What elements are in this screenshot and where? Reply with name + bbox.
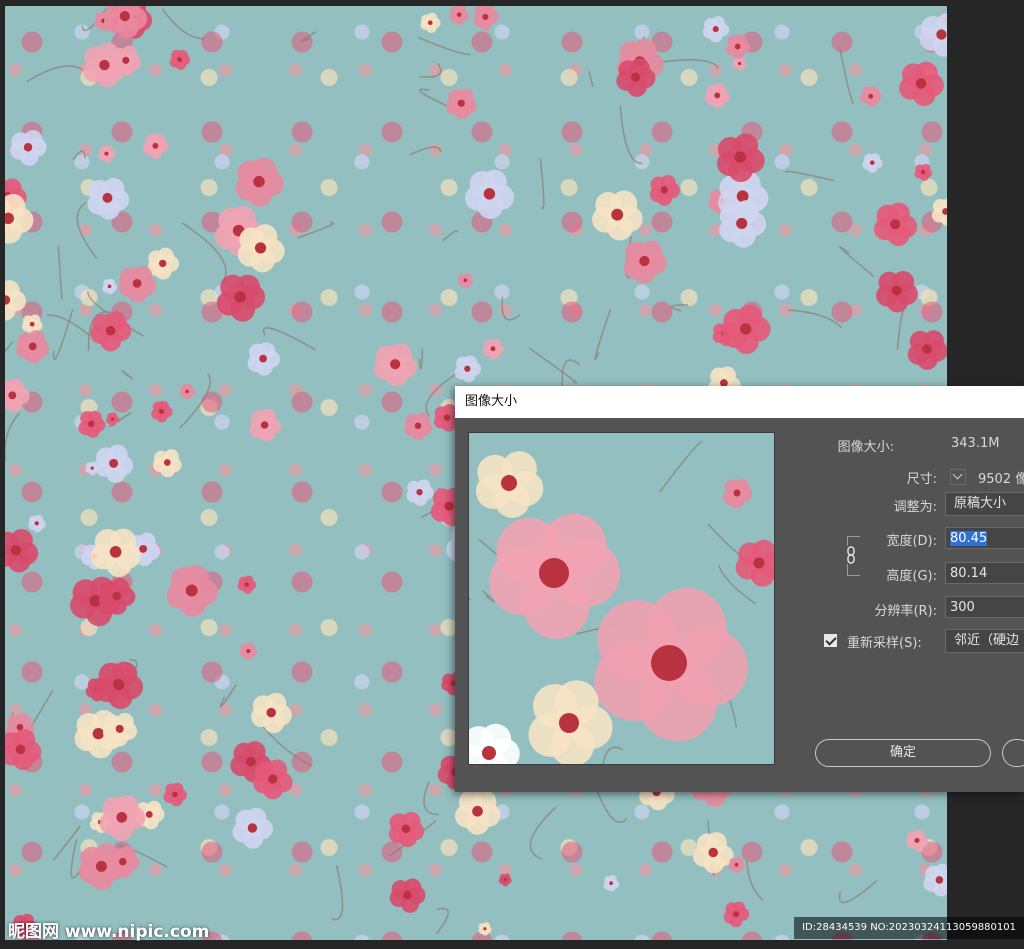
height-input[interactable]: 80.14 bbox=[945, 562, 1024, 584]
chain-link-icon[interactable] bbox=[844, 546, 858, 564]
watermark-id: ID:28434539 NO:20230324113059880101 bbox=[794, 917, 1024, 939]
dimensions-toggle[interactable] bbox=[950, 469, 966, 485]
width-value: 80.45 bbox=[950, 531, 988, 546]
resample-checkbox[interactable] bbox=[824, 634, 837, 647]
dimensions-value: 9502 像 bbox=[978, 472, 1024, 487]
preview-image[interactable] bbox=[468, 432, 775, 765]
dimensions-label: 尺寸: bbox=[906, 472, 937, 487]
fit-to-dropdown[interactable]: 原稿大小 bbox=[945, 492, 1024, 516]
chevron-down-icon bbox=[952, 469, 963, 480]
cancel-button[interactable] bbox=[1002, 739, 1024, 767]
ok-button[interactable]: 确定 bbox=[815, 739, 991, 767]
image-size-dialog: 图像大小 图像大小: 343.1M 尺寸: 9502 像 调整为: 原稿大小 宽… bbox=[455, 386, 1024, 792]
width-input[interactable]: 80.45 bbox=[945, 527, 1024, 549]
fit-to-label: 调整为: bbox=[893, 500, 937, 515]
watermark-site: 昵图网 www.nipic.com bbox=[8, 922, 210, 942]
chain-link-glyph bbox=[847, 546, 855, 564]
resample-dropdown[interactable]: 邻近（硬边 bbox=[945, 629, 1024, 653]
preview-floral-image bbox=[469, 440, 774, 764]
height-label: 高度(G): bbox=[886, 569, 937, 584]
width-label: 宽度(D): bbox=[886, 534, 937, 549]
image-size-value: 343.1M bbox=[951, 436, 1000, 451]
resolution-label: 分辨率(R): bbox=[874, 604, 937, 619]
resolution-input[interactable]: 300 bbox=[945, 596, 1024, 618]
resample-label: 重新采样(S): bbox=[847, 636, 922, 651]
dialog-title[interactable]: 图像大小 bbox=[455, 386, 1024, 418]
image-size-label: 图像大小: bbox=[837, 440, 894, 455]
